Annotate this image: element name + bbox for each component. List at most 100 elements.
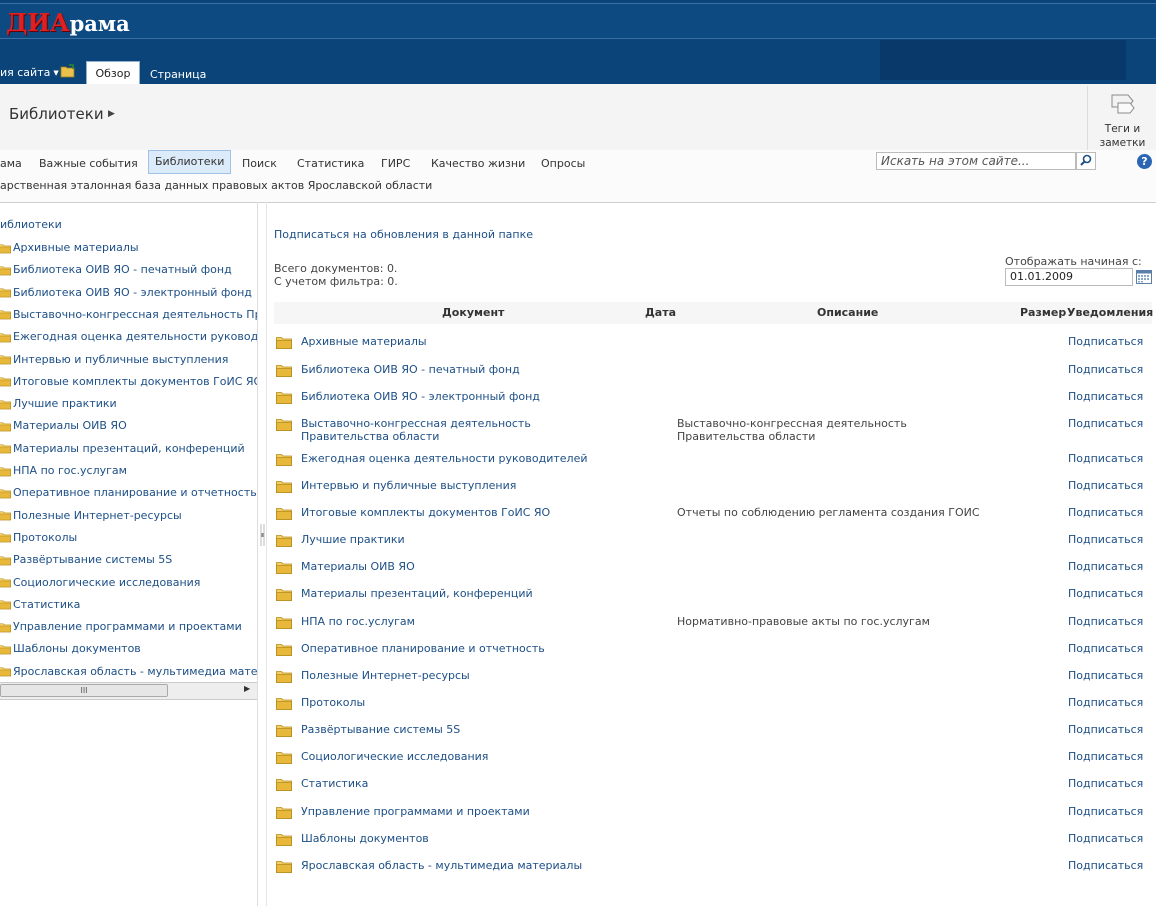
column-size[interactable]: Размер: [1020, 306, 1066, 319]
tree-item[interactable]: Интервью и публичные выступления: [0, 352, 257, 368]
tree-item[interactable]: Ярославская область - мультимедиа матери: [0, 664, 257, 680]
subscribe-link[interactable]: Подписаться: [1068, 777, 1143, 790]
tree-item[interactable]: Статистика: [0, 597, 257, 613]
tree-item[interactable]: Социологические исследования: [0, 575, 257, 591]
tree-item[interactable]: Итоговые комплекты документов ГоИС ЯО: [0, 374, 257, 390]
row-name-link[interactable]: Библиотека ОИВ ЯО - электронный фонд: [301, 390, 621, 403]
folder-icon: [0, 377, 11, 387]
help-icon[interactable]: ?: [1137, 154, 1152, 169]
tab-overview[interactable]: Обзор: [86, 61, 140, 84]
site-actions-menu[interactable]: ия сайта ▼: [0, 66, 59, 79]
folder-icon: [0, 511, 11, 521]
tree-item[interactable]: Ежегодная оценка деятельности руководите: [0, 329, 257, 345]
tree-item[interactable]: Библиотека ОИВ ЯО - печатный фонд: [0, 262, 257, 278]
subscribe-link[interactable]: Подписаться: [1068, 417, 1143, 430]
row-name-link[interactable]: Статистика: [301, 777, 621, 790]
row-name-link[interactable]: Полезные Интернет-ресурсы: [301, 669, 621, 682]
subscribe-link[interactable]: Подписаться: [1068, 560, 1143, 573]
subscribe-link[interactable]: Подписаться: [1068, 723, 1143, 736]
tree-root[interactable]: иблиотеки: [0, 218, 62, 231]
tree-item[interactable]: Развёртывание системы 5S: [0, 552, 257, 568]
subscribe-link[interactable]: Подписаться: [1068, 750, 1143, 763]
nav-item-events[interactable]: Важные события: [39, 155, 138, 173]
scroll-right-icon[interactable]: ▶: [244, 684, 250, 693]
row-name-link[interactable]: Ежегодная оценка деятельности руководите…: [301, 452, 621, 465]
row-name-link[interactable]: Материалы ОИВ ЯО: [301, 560, 621, 573]
row-name-link[interactable]: Архивные материалы: [301, 335, 621, 348]
date-from-input[interactable]: 01.01.2009: [1005, 268, 1133, 286]
subscribe-link[interactable]: Подписаться: [1068, 363, 1143, 376]
tree-item-label: Библиотека ОИВ ЯО - электронный фонд: [13, 285, 252, 299]
tree-item[interactable]: Протоколы: [0, 530, 257, 546]
row-name-link[interactable]: Выставочно-конгрессная деятельность Прав…: [301, 417, 621, 443]
folder-icon: [276, 535, 292, 547]
tree-item[interactable]: Полезные Интернет-ресурсы: [0, 508, 257, 524]
tree-item[interactable]: Архивные материалы: [0, 240, 257, 256]
nav-item-girs[interactable]: ГИРС: [381, 155, 410, 173]
pane-splitter[interactable]: [260, 524, 265, 546]
row-name-link[interactable]: Библиотека ОИВ ЯО - печатный фонд: [301, 363, 621, 376]
nav-item-libraries[interactable]: Библиотеки: [148, 150, 232, 174]
row-name-link[interactable]: Протоколы: [301, 696, 621, 709]
nav-item-home[interactable]: ама: [0, 155, 22, 173]
tree-item[interactable]: Библиотека ОИВ ЯО - электронный фонд: [0, 285, 257, 301]
row-name-link[interactable]: Итоговые комплекты документов ГоИС ЯО: [301, 506, 621, 519]
scrollbar-thumb[interactable]: III: [0, 684, 168, 697]
tags-notes-button[interactable]: Теги и заметки: [1087, 86, 1156, 150]
tree-horizontal-scrollbar[interactable]: III ▶: [0, 682, 257, 700]
column-description[interactable]: Описание: [817, 306, 878, 319]
tree-item[interactable]: Материалы ОИВ ЯО: [0, 418, 257, 434]
banner-dark-block: [880, 40, 1126, 80]
tree-item[interactable]: НПА по гос.услугам: [0, 463, 257, 479]
subscribe-link[interactable]: Подписаться: [1068, 642, 1143, 655]
row-name-link[interactable]: Шаблоны документов: [301, 832, 621, 845]
chevron-right-icon[interactable]: ▶: [108, 109, 115, 119]
nav-item-search[interactable]: Поиск: [242, 155, 277, 173]
row-name-link[interactable]: Материалы презентаций, конференций: [301, 587, 621, 600]
subscribe-link[interactable]: Подписаться: [1068, 859, 1143, 872]
subscribe-link[interactable]: Подписаться: [1068, 506, 1143, 519]
calendar-icon[interactable]: [1136, 269, 1152, 284]
tree-item[interactable]: Выставочно-конгрессная деятельность Прав: [0, 307, 257, 323]
subscribe-link[interactable]: Подписаться: [1068, 452, 1143, 465]
subscribe-link[interactable]: Подписаться: [1068, 390, 1143, 403]
subscribe-folder-link[interactable]: Подписаться на обновления в данной папке: [274, 228, 533, 241]
tree-item[interactable]: Оперативное планирование и отчетность: [0, 485, 257, 501]
site-logo[interactable]: ДИАрама: [6, 8, 130, 37]
row-name-link[interactable]: Ярославская область - мультимедиа матери…: [301, 859, 621, 872]
subscribe-link[interactable]: Подписаться: [1068, 615, 1143, 628]
row-name-link[interactable]: Оперативное планирование и отчетность: [301, 642, 621, 655]
tree-item[interactable]: Лучшие практики: [0, 396, 257, 412]
tab-page[interactable]: Страница: [150, 68, 206, 81]
subscribe-link[interactable]: Подписаться: [1068, 696, 1143, 709]
subscribe-link[interactable]: Подписаться: [1068, 479, 1143, 492]
subscribe-link[interactable]: Подписаться: [1068, 533, 1143, 546]
tree-item[interactable]: Шаблоны документов: [0, 641, 257, 657]
row-name-link[interactable]: Развёртывание системы 5S: [301, 723, 621, 736]
search-input[interactable]: Искать на этом сайте...: [876, 152, 1076, 170]
folder-icon: [0, 623, 11, 632]
row-name-link[interactable]: Управление программами и проектами: [301, 805, 621, 818]
column-document[interactable]: Документ: [442, 306, 504, 319]
row-name-link[interactable]: Лучшие практики: [301, 533, 621, 546]
nav-item-statistics[interactable]: Статистика: [297, 155, 364, 173]
total-documents: Всего документов: 0.: [274, 262, 398, 275]
subscribe-link[interactable]: Подписаться: [1068, 805, 1143, 818]
nav-item-quality[interactable]: Качество жизни: [431, 155, 525, 173]
column-notifications[interactable]: Уведомления: [1067, 306, 1153, 319]
subscribe-link[interactable]: Подписаться: [1068, 587, 1143, 600]
row-name-link[interactable]: Социологические исследования: [301, 750, 621, 763]
subscribe-link[interactable]: Подписаться: [1068, 669, 1143, 682]
column-date[interactable]: Дата: [645, 306, 676, 319]
search-button[interactable]: [1076, 152, 1096, 170]
tree-item[interactable]: Управление программами и проектами: [0, 619, 257, 635]
library-tree: иблиотеки Архивные материалы Библиотека О…: [0, 202, 258, 906]
row-name-link[interactable]: НПА по гос.услугам: [301, 615, 621, 628]
tree-item[interactable]: Материалы презентаций, конференций: [0, 441, 257, 457]
subscribe-link[interactable]: Подписаться: [1068, 832, 1143, 845]
row-name-link[interactable]: Интервью и публичные выступления: [301, 479, 621, 492]
subscribe-link[interactable]: Подписаться: [1068, 335, 1143, 348]
folder-navigate-icon[interactable]: [60, 64, 76, 78]
nav-item-polls[interactable]: Опросы: [541, 155, 585, 173]
breadcrumb[interactable]: арственная эталонная база данных правовы…: [0, 179, 432, 192]
